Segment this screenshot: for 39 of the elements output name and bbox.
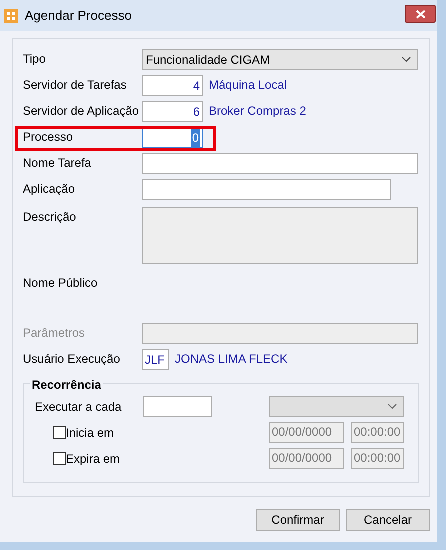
- dialog-button[interactable]: Cancelar: [346, 509, 430, 531]
- code-field[interactable]: 0: [142, 127, 203, 148]
- dialog-button[interactable]: Confirmar: [256, 509, 340, 531]
- close-icon: [416, 10, 426, 18]
- close-button[interactable]: [405, 5, 436, 23]
- field-label: Usuário Execução: [23, 351, 122, 368]
- app-icon: [4, 8, 18, 22]
- field-label: Aplicação: [23, 181, 76, 198]
- code-field[interactable]: 4: [142, 75, 203, 96]
- time-field[interactable]: 00:00:00: [351, 422, 404, 443]
- chevron-down-icon: [402, 57, 411, 62]
- date-field[interactable]: 00/00/0000: [269, 448, 344, 469]
- text-field[interactable]: [142, 153, 418, 174]
- field-label: Nome Público: [23, 275, 99, 292]
- window-title: Agendar Processo: [25, 6, 132, 25]
- description-text: Broker Compras 2: [209, 103, 306, 120]
- checkbox-label: Expira em: [66, 450, 122, 468]
- description-text: Máquina Local: [209, 77, 288, 94]
- field-label: Processo: [23, 129, 74, 146]
- checkbox-label: Inicia em: [66, 424, 116, 442]
- field-label: Tipo: [23, 51, 47, 68]
- code-field[interactable]: 6: [142, 101, 203, 122]
- type-dropdown[interactable]: Funcionalidade CIGAM: [142, 49, 418, 70]
- field-label: Executar a cada: [35, 398, 123, 416]
- time-field[interactable]: 00:00:00: [351, 448, 404, 469]
- checkbox[interactable]: [53, 452, 66, 465]
- field-label: Descrição: [23, 209, 78, 226]
- text-field[interactable]: [142, 207, 418, 264]
- field-label: Servidor de Aplicação: [23, 103, 140, 120]
- checkbox[interactable]: [53, 426, 66, 439]
- description-text: JONAS LIMA FLECK: [175, 351, 288, 368]
- chevron-down-icon: [388, 404, 397, 409]
- code-field[interactable]: JLF: [142, 349, 169, 370]
- text-field[interactable]: [142, 179, 391, 200]
- field-label: Parâmetros: [23, 325, 86, 342]
- interval-field[interactable]: [143, 396, 212, 417]
- field-label: Nome Tarefa: [23, 155, 92, 172]
- date-field[interactable]: 00/00/0000: [269, 422, 344, 443]
- field-label: Servidor de Tarefas: [23, 77, 128, 94]
